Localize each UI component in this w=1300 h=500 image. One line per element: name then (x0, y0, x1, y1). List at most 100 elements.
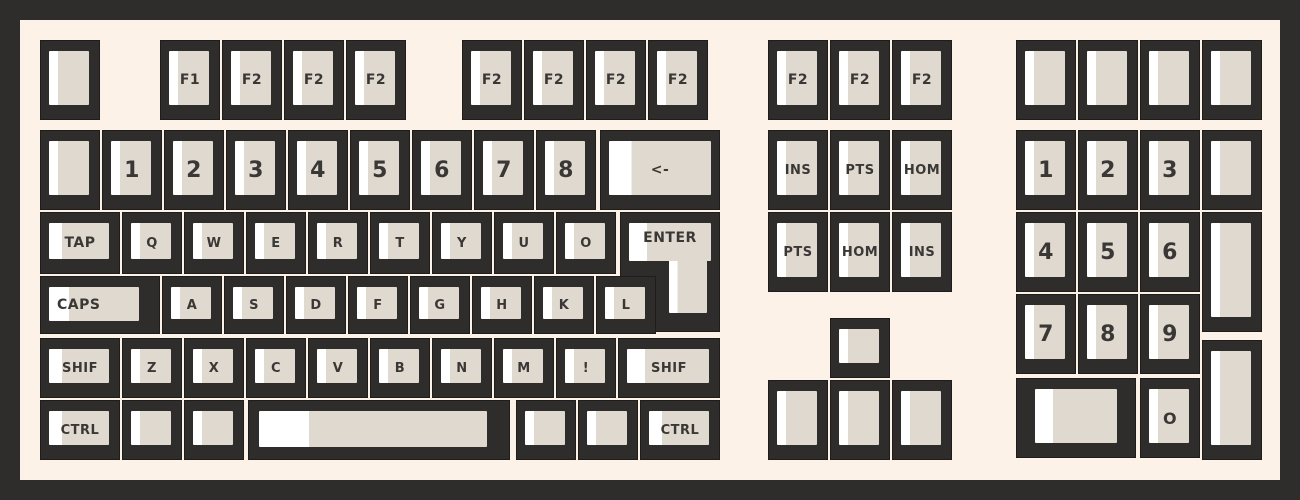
key-arrow-up[interactable] (830, 318, 890, 378)
key-l[interactable]: L (596, 276, 656, 334)
key-alt-right[interactable] (516, 400, 576, 460)
key-k[interactable]: K (534, 276, 594, 334)
key-f4[interactable]: F2 (346, 40, 406, 120)
key-num-2[interactable]: 2 (164, 130, 224, 210)
key-ins-bottom[interactable]: INS (892, 212, 952, 292)
key-a[interactable]: A (162, 276, 222, 334)
key-arrow-left[interactable] (768, 380, 828, 460)
key-np-plus[interactable] (1202, 212, 1262, 332)
key-alt-left[interactable] (184, 400, 244, 460)
key-esc[interactable] (40, 40, 100, 120)
key-num-1[interactable]: 1 (102, 130, 162, 210)
key-np-0[interactable] (1016, 378, 1136, 458)
key-x[interactable]: X (184, 338, 244, 398)
key-caps[interactable]: CAPS (40, 276, 160, 334)
key-np-2[interactable]: 2 (1078, 130, 1138, 210)
key-g[interactable]: G (410, 276, 470, 334)
key-hom-bottom[interactable]: HOM (830, 212, 890, 292)
key-f9[interactable]: F2 (768, 40, 828, 120)
key-np-top-2[interactable] (1078, 40, 1138, 120)
keycap (839, 141, 879, 195)
key-np-enter[interactable] (1202, 340, 1262, 460)
key-m[interactable]: M (494, 338, 554, 398)
keycap (231, 51, 271, 105)
key-f8[interactable]: F2 (648, 40, 708, 120)
key-meta-left[interactable] (122, 400, 182, 460)
key-s[interactable]: S (224, 276, 284, 334)
key-np-1[interactable]: 1 (1016, 130, 1076, 210)
key-f10[interactable]: F2 (830, 40, 890, 120)
keycap (1211, 51, 1251, 105)
key-h[interactable]: H (472, 276, 532, 334)
key-ins-top[interactable]: INS (768, 130, 828, 210)
key-shift-left[interactable]: SHIF (40, 338, 120, 398)
keycap (525, 411, 565, 445)
key-f2[interactable]: F2 (222, 40, 282, 120)
key-np-minus[interactable] (1202, 130, 1262, 210)
key-shift-right[interactable]: SHIF (618, 338, 720, 398)
key-num-3[interactable]: 3 (226, 130, 286, 210)
key-np-top-1[interactable] (1016, 40, 1076, 120)
key-f6[interactable]: F2 (524, 40, 584, 120)
key-v[interactable]: V (308, 338, 368, 398)
key-np-5[interactable]: 5 (1078, 212, 1138, 292)
keycap (1087, 51, 1127, 105)
key-meta-right[interactable] (578, 400, 638, 460)
key-f3[interactable]: F2 (284, 40, 344, 120)
keycap (839, 223, 879, 277)
key-z[interactable]: Z (122, 338, 182, 398)
key-num-5[interactable]: 5 (350, 130, 410, 210)
key-arrow-right[interactable] (892, 380, 952, 460)
key-np-9[interactable]: 9 (1140, 294, 1200, 374)
keycap (839, 329, 879, 363)
key-u[interactable]: U (494, 212, 554, 274)
key-np-top-3[interactable] (1140, 40, 1200, 120)
key-num-7[interactable]: 7 (474, 130, 534, 210)
key-r[interactable]: R (308, 212, 368, 274)
key-pts-bottom[interactable]: PTS (768, 212, 828, 292)
key-f5[interactable]: F2 (462, 40, 522, 120)
key-np-top-4[interactable] (1202, 40, 1262, 120)
key-o[interactable]: O (556, 212, 616, 274)
key-y[interactable]: Y (432, 212, 492, 274)
key-w[interactable]: W (184, 212, 244, 274)
key-hom-top[interactable]: HOM (892, 130, 952, 210)
key-t[interactable]: T (370, 212, 430, 274)
keycap (49, 349, 109, 383)
key-pts-top[interactable]: PTS (830, 130, 890, 210)
key-f1[interactable]: F1 (160, 40, 220, 120)
key-backspace[interactable]: <- (600, 130, 720, 210)
key-e[interactable]: E (246, 212, 306, 274)
keycap (379, 349, 419, 383)
key-ctrl-left[interactable]: CTRL (40, 400, 120, 460)
key-num-4[interactable]: 4 (288, 130, 348, 210)
keycap (545, 141, 585, 195)
key-q[interactable]: Q (122, 212, 182, 274)
key-space[interactable] (248, 400, 510, 460)
key-tab[interactable]: TAP (40, 212, 120, 274)
keycap (1149, 389, 1189, 443)
keycap (131, 349, 171, 383)
key-np-4[interactable]: 4 (1016, 212, 1076, 292)
key-num-8[interactable]: 8 (536, 130, 596, 210)
keycap (503, 223, 543, 259)
key-n[interactable]: N (432, 338, 492, 398)
key-excl[interactable]: ! (556, 338, 616, 398)
key-f7[interactable]: F2 (586, 40, 646, 120)
key-d[interactable]: D (286, 276, 346, 334)
key-np-dot[interactable]: O (1140, 378, 1200, 458)
key-arrow-down[interactable] (830, 380, 890, 460)
key-np-6[interactable]: 6 (1140, 212, 1200, 292)
key-np-8[interactable]: 8 (1078, 294, 1138, 374)
key-ctrl-right[interactable]: CTRL (640, 400, 720, 460)
key-num-6[interactable]: 6 (412, 130, 472, 210)
keycap (441, 223, 481, 259)
key-np-7[interactable]: 7 (1016, 294, 1076, 374)
key-c[interactable]: C (246, 338, 306, 398)
key-b[interactable]: B (370, 338, 430, 398)
key-f[interactable]: F (348, 276, 408, 334)
key-np-3[interactable]: 3 (1140, 130, 1200, 210)
key-backtick[interactable] (40, 130, 100, 210)
keycap (777, 223, 817, 277)
key-f11[interactable]: F2 (892, 40, 952, 120)
